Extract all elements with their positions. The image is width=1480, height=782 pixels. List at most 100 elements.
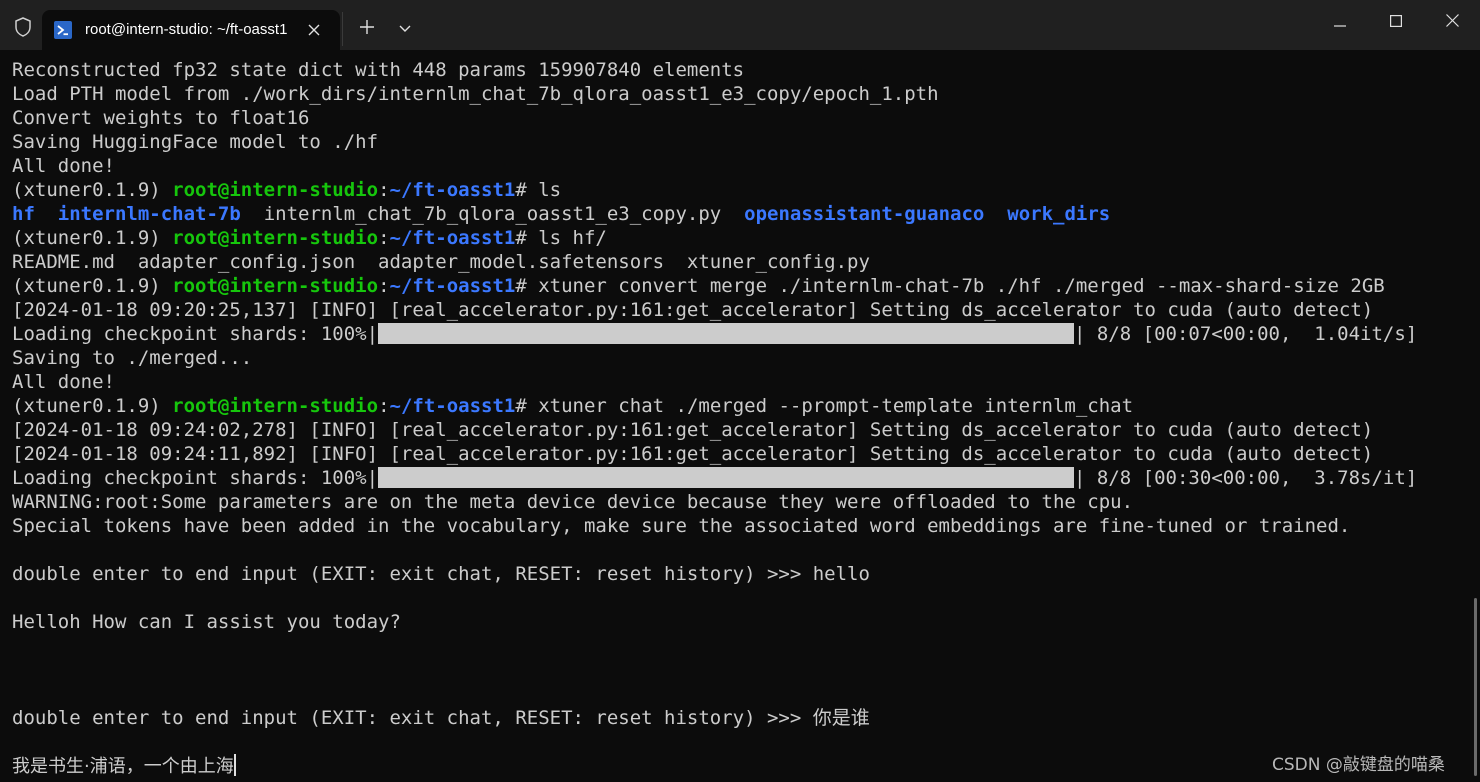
line-text: Saving HuggingFace model to ./hf [12,131,379,153]
prompt-path: ~/ft-oasst1 [389,227,516,249]
line-text: All done! [12,371,115,393]
terminal-line: Reconstructed fp32 state dict with 448 p… [12,58,1470,82]
prompt-env: (xtuner0.1.9) [12,179,173,201]
line-text: double enter to end input (EXIT: exit ch… [12,707,870,729]
current-input: 我是书生·浦语，一个由上海 [12,756,234,777]
terminal-window: root@intern-studio: ~/ft-oasst1 Reconstr… [0,0,1480,782]
title-bar[interactable]: root@intern-studio: ~/ft-oasst1 [0,0,1480,50]
prompt-user: root@intern-studio [172,275,379,297]
shell-prompt-line: (xtuner0.1.9) root@intern-studio:~/ft-oa… [12,274,1470,298]
terminal-output[interactable]: Reconstructed fp32 state dict with 448 p… [0,50,1480,782]
window-close-icon [1445,14,1459,32]
progress-bar [378,467,1075,488]
progress-prefix: Loading checkpoint shards: 100%| [12,467,379,489]
tab-separator [342,12,343,46]
chevron-down-icon [399,20,411,38]
terminal-line: README.md adapter_config.json adapter_mo… [12,250,1470,274]
line-text: [2024-01-18 09:24:02,278] [INFO] [real_a… [12,419,1374,441]
line-text: double enter to end input (EXIT: exit ch… [12,563,870,585]
prompt-separator: : [378,275,390,297]
progress-suffix: | 8/8 [00:30<00:00, 3.78s/it] [1074,467,1418,489]
terminal-line: double enter to end input (EXIT: exit ch… [12,562,1470,586]
plus-icon [360,19,374,39]
line-text: Saving to ./merged... [12,347,253,369]
terminal-line: [2024-01-18 09:24:02,278] [INFO] [real_a… [12,418,1470,442]
prompt-separator: : [378,227,390,249]
shell-prompt-line: (xtuner0.1.9) root@intern-studio:~/ft-oa… [12,226,1470,250]
terminal-line: Helloh How can I assist you today? [12,610,1470,634]
progress-line: Loading checkpoint shards: 100%| | 8/8 [0… [12,322,1470,346]
maximize-button[interactable] [1368,0,1424,46]
minimize-icon [1334,14,1346,32]
powershell-icon [54,21,72,39]
terminal-line: Load PTH model from ./work_dirs/internlm… [12,82,1470,106]
line-text: README.md adapter_config.json adapter_mo… [12,251,870,273]
maximize-icon [1390,14,1403,32]
listing-file [35,203,58,225]
listing-directory: internlm-chat-7b [57,203,241,225]
prompt-path: ~/ft-oasst1 [389,395,516,417]
line-text: Load PTH model from ./work_dirs/internlm… [12,83,939,105]
progress-line: Loading checkpoint shards: 100%| | 8/8 [0… [12,466,1470,490]
line-text: WARNING:root:Some parameters are on the … [12,491,1134,513]
prompt-user: root@intern-studio [172,395,379,417]
prompt-separator: : [378,395,390,417]
prompt-command: # ls [515,179,562,201]
prompt-user: root@intern-studio [172,227,379,249]
text-cursor [233,754,236,776]
listing-file [984,203,1007,225]
prompt-command: # ls hf/ [515,227,607,249]
terminal-line: All done! [12,370,1470,394]
close-icon[interactable] [304,20,324,40]
terminal-line: Convert weights to float16 [12,106,1470,130]
terminal-line: WARNING:root:Some parameters are on the … [12,490,1470,514]
directory-listing: hf internlm-chat-7b internlm_chat_7b_qlo… [12,202,1470,226]
input-line: 我是书生·浦语，一个由上海 [12,754,1470,778]
terminal-line: [2024-01-18 09:24:11,892] [INFO] [real_a… [12,442,1470,466]
prompt-path: ~/ft-oasst1 [389,275,516,297]
scrollbar-thumb[interactable] [1474,598,1477,776]
listing-file: internlm_chat_7b_qlora_oasst1_e3_copy.py [240,203,745,225]
line-text: All done! [12,155,115,177]
terminal-line: double enter to end input (EXIT: exit ch… [12,706,1470,730]
new-tab-button[interactable] [350,14,384,44]
prompt-path: ~/ft-oasst1 [389,179,516,201]
line-text: [2024-01-18 09:20:25,137] [INFO] [real_a… [12,299,1374,321]
prompt-env: (xtuner0.1.9) [12,227,173,249]
tab-terminal[interactable]: root@intern-studio: ~/ft-oasst1 [42,10,340,50]
listing-directory: hf [12,203,35,225]
terminal-line: Special tokens have been added in the vo… [12,514,1470,538]
terminal-line: Saving to ./merged... [12,346,1470,370]
shell-prompt-line: (xtuner0.1.9) root@intern-studio:~/ft-oa… [12,394,1470,418]
line-text: [2024-01-18 09:24:11,892] [INFO] [real_a… [12,443,1374,465]
terminal-line: All done! [12,154,1470,178]
prompt-command: # xtuner convert merge ./internlm-chat-7… [515,275,1385,297]
minimize-button[interactable] [1312,0,1368,46]
terminal-line: Saving HuggingFace model to ./hf [12,130,1470,154]
listing-directory: openassistant-guanaco [744,203,985,225]
prompt-env: (xtuner0.1.9) [12,275,173,297]
terminal-lines: Reconstructed fp32 state dict with 448 p… [12,58,1470,778]
listing-directory: work_dirs [1007,203,1111,225]
prompt-separator: : [378,179,390,201]
shield-icon[interactable] [6,10,40,44]
tab-title: root@intern-studio: ~/ft-oasst1 [85,21,288,38]
progress-bar [378,323,1075,344]
line-text: Convert weights to float16 [12,107,310,129]
progress-prefix: Loading checkpoint shards: 100%| [12,323,379,345]
tab-dropdown-button[interactable] [390,14,420,44]
prompt-user: root@intern-studio [172,179,379,201]
prompt-command: # xtuner chat ./merged --prompt-template… [515,395,1134,417]
window-close-button[interactable] [1424,0,1480,46]
progress-suffix: | 8/8 [00:07<00:00, 1.04it/s] [1074,323,1418,345]
line-text: Special tokens have been added in the vo… [12,515,1351,537]
shell-prompt-line: (xtuner0.1.9) root@intern-studio:~/ft-oa… [12,178,1470,202]
prompt-env: (xtuner0.1.9) [12,395,173,417]
watermark: CSDN @敲键盘的喵桑 [1272,755,1445,775]
